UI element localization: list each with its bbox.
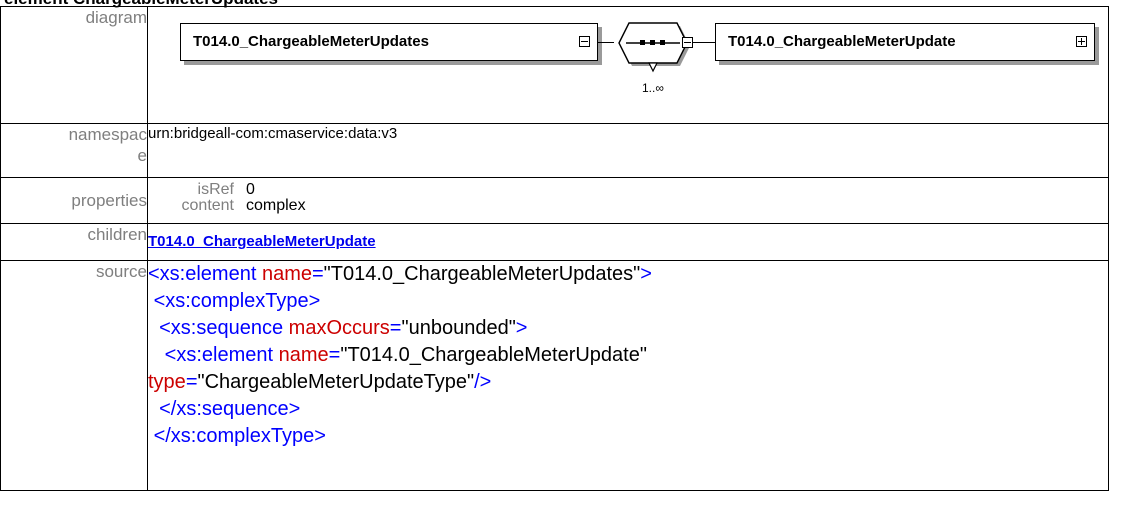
- source-code: <xs:element name="T014.0_ChargeableMeter…: [147, 260, 1109, 491]
- diagram-cell: T014.0_ChargeableMeterUpdates T014.0_Cha…: [147, 6, 1109, 124]
- source-line: <xs:sequence maxOccurs="unbounded">: [148, 315, 1108, 342]
- xml-eq: =: [328, 344, 341, 366]
- label-namespace: namespac e: [0, 123, 148, 178]
- schema-diagram: T014.0_ChargeableMeterUpdates T014.0_Cha…: [148, 7, 1108, 116]
- xml-tag: >: [640, 263, 652, 285]
- property-value: complex: [246, 197, 306, 214]
- child-link[interactable]: T014.0_ChargeableMeterUpdate: [148, 233, 376, 250]
- label-properties: properties: [0, 177, 148, 224]
- child-element-name: T014.0_ChargeableMeterUpdate: [728, 33, 956, 50]
- label-namespace-line2: e: [137, 146, 147, 165]
- parent-element-name: T014.0_ChargeableMeterUpdates: [193, 33, 429, 50]
- xml-attr: name: [256, 263, 312, 285]
- row-source: source <xs:element name="T014.0_Chargeab…: [0, 260, 1109, 491]
- source-line: <xs:element name="T014.0_ChargeableMeter…: [148, 342, 1108, 369]
- row-namespace: namespac e urn:bridgeall-com:cmaservice:…: [0, 123, 1109, 178]
- xml-tag: <xs:element: [164, 344, 274, 366]
- xml-attr: type: [148, 371, 186, 393]
- collapse-icon[interactable]: [682, 37, 693, 48]
- xml-tag: </xs:sequence>: [159, 398, 301, 420]
- namespace-value: urn:bridgeall-com:cmaservice:data:v3: [147, 123, 1109, 178]
- xml-tag: </xs:complexType>: [153, 425, 326, 447]
- multiplicity-label: 1..∞: [642, 81, 664, 95]
- collapse-icon[interactable]: [579, 36, 590, 47]
- xml-tag: <xs:sequence: [159, 317, 284, 339]
- sequence-compositor-icon[interactable]: [612, 21, 692, 81]
- source-line: <xs:element name="T014.0_ChargeableMeter…: [148, 261, 1108, 288]
- xml-attr: maxOccurs: [283, 317, 390, 339]
- properties-grid: isRef 0 content complex: [148, 182, 1108, 214]
- row-children: children T014.0_ChargeableMeterUpdate: [0, 223, 1109, 261]
- xml-tag: />: [474, 371, 492, 393]
- xml-attr: name: [273, 344, 329, 366]
- expand-icon[interactable]: [1076, 36, 1087, 47]
- parent-element-box[interactable]: T014.0_ChargeableMeterUpdates: [180, 23, 598, 61]
- source-line: </xs:sequence>: [148, 396, 1108, 423]
- xml-value: "unbounded": [401, 317, 516, 339]
- xml-eq: =: [185, 371, 198, 393]
- source-line: type="ChargeableMeterUpdateType"/>: [148, 369, 1108, 396]
- property-key: content: [181, 197, 234, 214]
- element-doc-table: diagram T014.0_ChargeableMeterUpdates T0…: [0, 6, 1109, 491]
- row-diagram: diagram T014.0_ChargeableMeterUpdates T0…: [0, 6, 1109, 124]
- children-cell: T014.0_ChargeableMeterUpdate: [147, 223, 1109, 261]
- label-diagram: diagram: [0, 6, 148, 124]
- properties-cell: isRef 0 content complex: [147, 177, 1109, 224]
- label-children: children: [0, 223, 148, 261]
- row-properties: properties isRef 0 content complex: [0, 177, 1109, 224]
- property-key: isRef: [197, 181, 234, 198]
- xml-eq: =: [389, 317, 402, 339]
- property-value: 0: [246, 181, 255, 198]
- source-line: </xs:complexType>: [148, 423, 1108, 450]
- xml-eq: =: [311, 263, 324, 285]
- xml-tag: <xs:complexType>: [153, 290, 321, 312]
- xml-tag: <xs:element: [148, 263, 257, 285]
- xml-tag: >: [515, 317, 528, 339]
- label-source: source: [0, 260, 148, 491]
- connector-line: [693, 42, 715, 43]
- child-element-box[interactable]: T014.0_ChargeableMeterUpdate: [715, 23, 1095, 61]
- source-line: <xs:complexType>: [148, 288, 1108, 315]
- xml-value: "T014.0_ChargeableMeterUpdates": [323, 263, 641, 285]
- xml-value: "ChargeableMeterUpdateType": [197, 371, 475, 393]
- xml-value: "T014.0_ChargeableMeterUpdate": [340, 344, 647, 366]
- label-namespace-line1: namespac: [68, 125, 147, 144]
